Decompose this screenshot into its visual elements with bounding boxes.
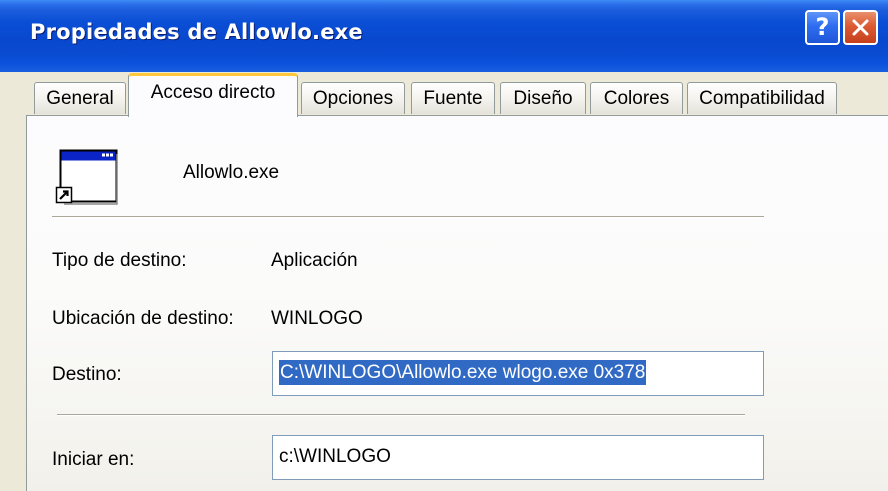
tab-compatibilidad[interactable]: Compatibilidad [687,82,837,114]
application-shortcut-icon [54,146,122,213]
separator [52,216,764,218]
target-location-value: WINLOGO [271,308,363,329]
tab-diseno[interactable]: Diseño [500,82,586,114]
close-icon [852,19,869,36]
tab-general[interactable]: General [34,82,126,114]
target-field[interactable]: C:\WINLOGO\Allowlo.exe wlogo.exe 0x378 [272,351,764,396]
target-type-value: Aplicación [271,250,358,271]
target-location-label: Ubicación de destino: [52,308,234,329]
tab-fuente[interactable]: Fuente [411,82,495,114]
target-value-selected: C:\WINLOGO\Allowlo.exe wlogo.exe 0x378 [279,360,647,385]
properties-dialog: Propiedades de Allowlo.exe ? General Acc… [0,0,888,491]
start-in-label: Iniciar en: [52,449,135,470]
start-in-value: c:\WINLOGO [279,446,391,467]
tab-acceso-directo[interactable]: Acceso directo [128,73,298,117]
target-label: Destino: [52,364,122,385]
help-button[interactable]: ? [805,10,840,45]
tab-opciones[interactable]: Opciones [301,82,405,114]
tab-colores[interactable]: Colores [590,82,683,114]
title-bar[interactable]: Propiedades de Allowlo.exe ? [0,0,888,72]
shortcut-filename: Allowlo.exe [183,162,280,183]
start-in-field[interactable]: c:\WINLOGO [272,435,764,480]
separator [57,414,745,416]
close-button[interactable] [843,10,878,45]
tab-strip: General Acceso directo Opciones Fuente D… [0,72,888,117]
window-title: Propiedades de Allowlo.exe [30,20,363,44]
target-type-label: Tipo de destino: [52,250,187,271]
